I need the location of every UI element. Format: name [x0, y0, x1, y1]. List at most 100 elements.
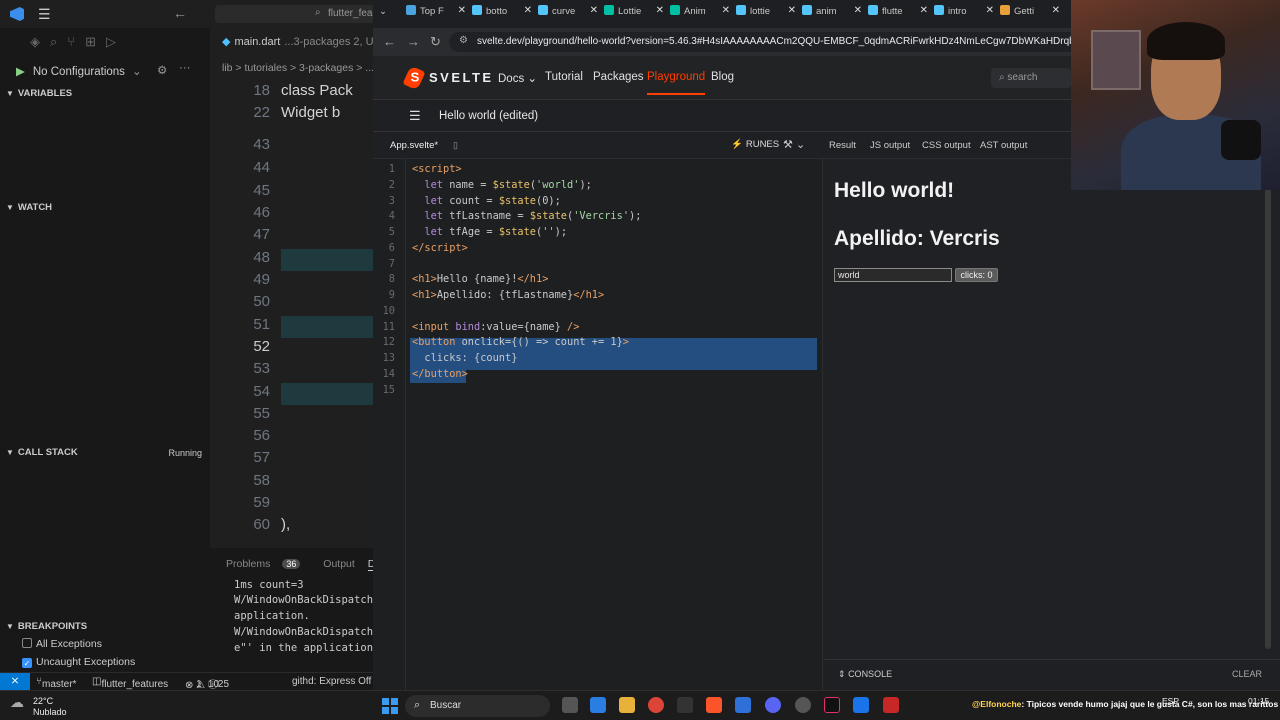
browser-tab[interactable]: botto ✕: [472, 5, 532, 23]
svelte-logo-icon[interactable]: [402, 65, 426, 91]
browser-tab[interactable]: curve ✕: [538, 5, 598, 23]
close-tab-icon[interactable]: ✕: [788, 5, 796, 16]
console-clear-button[interactable]: CLEAR: [1232, 669, 1262, 679]
editor-line[interactable]: 46: [210, 204, 380, 226]
tab-problems[interactable]: Problems 36: [226, 558, 310, 570]
editor-line[interactable]: 43: [210, 136, 380, 158]
editor-line[interactable]: 54: [210, 383, 380, 405]
browser-tab[interactable]: flutte ✕: [868, 5, 928, 23]
result-name-input[interactable]: [834, 268, 952, 282]
new-file-icon[interactable]: ▯: [453, 140, 458, 151]
github-icon[interactable]: [795, 697, 811, 713]
menu-icon[interactable]: ☰: [38, 6, 51, 23]
file-tab-app-svelte[interactable]: App.svelte* ▯: [373, 133, 458, 159]
breakpoint-uncaught-exceptions[interactable]: ✓ Uncaught Exceptions: [22, 656, 135, 668]
project-status[interactable]: ◫ flutter_features: [92, 676, 168, 690]
watch-section-header[interactable]: ▼ WATCH: [6, 202, 52, 213]
editor-line[interactable]: 18 class Pack: [210, 82, 380, 104]
close-tab-icon[interactable]: ✕: [1052, 5, 1060, 16]
editor-line[interactable]: 50: [210, 293, 380, 315]
forward-icon[interactable]: →: [407, 34, 420, 49]
breadcrumb[interactable]: lib > tutoriales > 3-packages > ...: [222, 62, 374, 74]
editor-tab-main-dart[interactable]: ◆ main.dart ...3-packages 2, U: [222, 35, 374, 48]
close-tab-icon[interactable]: ✕: [986, 5, 994, 16]
breakpoints-section-header[interactable]: ▼ BREAKPOINTS: [6, 621, 87, 632]
code-line[interactable]: 2 let name = $state('world');: [373, 179, 823, 195]
editor-line[interactable]: 52: [210, 338, 380, 360]
close-tab-icon[interactable]: ✕: [722, 5, 730, 16]
close-tab-icon[interactable]: ✕: [656, 5, 664, 16]
editor-line[interactable]: 45: [210, 182, 380, 204]
tab-result[interactable]: Result: [829, 140, 856, 151]
windows-start-icon[interactable]: [382, 698, 398, 714]
checkbox[interactable]: [22, 638, 32, 648]
browser-tab[interactable]: Anim ✕: [670, 5, 730, 23]
editor-line[interactable]: 60 ),: [210, 516, 380, 538]
editor-line[interactable]: 55: [210, 405, 380, 427]
playground-title[interactable]: Hello world (edited): [439, 110, 538, 122]
code-line[interactable]: 15: [373, 384, 823, 400]
browser-tab[interactable]: lottie ✕: [736, 5, 796, 23]
code-line[interactable]: 8 <h1>Hello {name}!</h1>: [373, 273, 823, 289]
language-indicator[interactable]: ESP: [1162, 696, 1179, 706]
reload-icon[interactable]: ↻: [430, 34, 441, 50]
editor-line[interactable]: 49: [210, 271, 380, 293]
close-tab-icon[interactable]: ✕: [920, 5, 928, 16]
branch-status[interactable]: ⑂ master*: [36, 676, 76, 690]
code-line[interactable]: 5 let tfAge = $state('');: [373, 226, 823, 242]
close-tab-icon[interactable]: ✕: [524, 5, 532, 16]
editor-line[interactable]: 58: [210, 472, 380, 494]
nav-link-packages[interactable]: Packages: [593, 71, 644, 83]
tab-js-output[interactable]: JS output: [870, 140, 910, 151]
runes-toggle[interactable]: ⚡ RUNES: [731, 139, 779, 150]
breakpoint-all-exceptions[interactable]: All Exceptions: [22, 638, 102, 650]
editor-line[interactable]: 57: [210, 449, 380, 471]
editor-line[interactable]: 56: [210, 427, 380, 449]
browser-tab[interactable]: Lottie ✕: [604, 5, 664, 23]
code-line[interactable]: 12 <button onclick={() => count += 1}>: [373, 336, 823, 352]
browser-tab[interactable]: intro ✕: [934, 5, 994, 23]
tab-css-output[interactable]: CSS output: [922, 140, 971, 151]
clock[interactable]: 01:15: [1248, 696, 1269, 706]
back-arrow-icon[interactable]: ←: [173, 5, 187, 21]
code-line[interactable]: 7: [373, 258, 823, 274]
remote-icon[interactable]: ⨯: [0, 673, 30, 691]
editor-line[interactable]: 22 Widget b: [210, 104, 380, 126]
command-center-search[interactable]: ⌕ flutter_fea: [215, 5, 375, 23]
code-line[interactable]: 3 let count = $state(0);: [373, 195, 823, 211]
nav-link-docs[interactable]: Docs ⌄: [498, 71, 537, 85]
gear-icon[interactable]: ⚙: [157, 63, 167, 77]
start-debugging-icon[interactable]: ▶: [16, 66, 25, 78]
run-configuration[interactable]: ▶ No Configurations ⌄ ⚙ ···: [16, 62, 191, 78]
playground-code-editor[interactable]: 1 <script> 2 let name = $state('world'); 3 …: [373, 159, 823, 690]
close-tab-icon[interactable]: ✕: [590, 5, 598, 16]
code-line[interactable]: 6 </script>: [373, 242, 823, 258]
code-line[interactable]: 11 <input bind:value={name} />: [373, 321, 823, 337]
vscode-taskbar-icon[interactable]: [735, 697, 751, 713]
browser-tab[interactable]: anim ✕: [802, 5, 862, 23]
app-icon[interactable]: [853, 697, 869, 713]
app-icon[interactable]: [883, 697, 899, 713]
checkbox-checked[interactable]: ✓: [22, 658, 32, 668]
browser-tab[interactable]: Getti ✕: [1000, 5, 1060, 23]
discord-icon[interactable]: [765, 697, 781, 713]
tab-output[interactable]: Output: [323, 558, 355, 570]
tab-list-dropdown[interactable]: ⌄: [379, 6, 387, 24]
copilot-icon[interactable]: [590, 697, 606, 713]
editor-line[interactable]: 59: [210, 494, 380, 516]
svelte-brand[interactable]: SVELTE: [429, 70, 494, 85]
terminal-icon[interactable]: [677, 697, 693, 713]
code-editor[interactable]: ◆ main.dart ...3-packages 2, U lib > tutor…: [210, 28, 380, 548]
code-line[interactable]: 13 clicks: {count}: [373, 352, 823, 368]
scrollbar[interactable]: [1265, 189, 1271, 649]
brave-icon[interactable]: [706, 697, 722, 713]
menu-icon[interactable]: ☰: [409, 108, 421, 124]
nav-link-tutorial[interactable]: Tutorial: [545, 71, 583, 83]
browser-tab[interactable]: Top F ✕: [406, 5, 466, 23]
nav-link-blog[interactable]: Blog: [711, 71, 734, 83]
code-line[interactable]: 4 let tfLastname = $state('Vercris');: [373, 210, 823, 226]
editor-line[interactable]: 51: [210, 316, 380, 338]
chevron-down-icon[interactable]: ⌄: [132, 64, 142, 78]
close-tab-icon[interactable]: ✕: [458, 5, 466, 16]
code-line[interactable]: 10: [373, 305, 823, 321]
